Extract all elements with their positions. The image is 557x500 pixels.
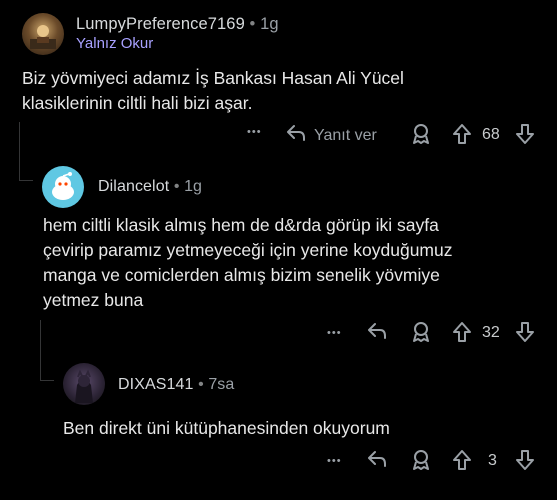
reply-label: Yanıt ver (314, 126, 377, 144)
thread-connector-level-2 (40, 380, 54, 381)
reply-icon (286, 124, 306, 147)
reply-icon (367, 322, 387, 340)
username[interactable]: DIXAS141 (118, 376, 194, 393)
reply-button[interactable] (367, 450, 387, 468)
timestamp: 1g (184, 178, 203, 195)
thread-line-level-2 (40, 320, 41, 380)
separator-dot: • (173, 178, 180, 195)
upvote-icon (451, 321, 473, 343)
upvote-icon (451, 449, 473, 471)
downvote-icon (514, 321, 536, 343)
upvote-button[interactable] (451, 123, 473, 145)
username[interactable]: Dilancelot (98, 178, 169, 195)
comment-text: Ben direkt üni kütüphanesinden okuyorum (63, 418, 390, 438)
reply-button[interactable] (367, 322, 387, 340)
vote-count: 68 (482, 126, 500, 143)
avatar[interactable] (22, 13, 64, 55)
user-flair: Yalnız Okur (76, 35, 154, 52)
award-button[interactable] (410, 449, 432, 471)
avatar[interactable] (42, 166, 84, 208)
comment-text: Biz yövmiyeci adamız İş Bankası Hasan Al… (22, 68, 404, 113)
comment-header: DIXAS141 • 7sa (118, 376, 234, 394)
upvote-button[interactable] (451, 321, 473, 343)
thread-connector-level-1 (19, 180, 33, 181)
more-icon: ••• (327, 327, 342, 339)
award-icon (410, 321, 432, 343)
timestamp: 1g (260, 15, 279, 33)
separator-dot: • (249, 15, 256, 33)
downvote-button[interactable] (514, 321, 536, 343)
comment-header: Dilancelot • 1g (98, 178, 202, 196)
username[interactable]: LumpyPreference7169 (76, 15, 245, 33)
more-options-button[interactable]: ••• (327, 327, 342, 339)
more-options-button[interactable]: ••• (327, 455, 342, 467)
comment-header: LumpyPreference7169 • 1g (76, 15, 279, 34)
vote-count: 3 (488, 452, 497, 469)
upvote-icon (451, 123, 473, 145)
downvote-icon (514, 123, 536, 145)
award-icon (410, 123, 432, 145)
timestamp: 7sa (208, 376, 235, 393)
vote-count: 32 (482, 324, 500, 341)
award-button[interactable] (410, 123, 432, 145)
more-icon: ••• (327, 455, 342, 467)
thread-line-level-1 (19, 122, 20, 180)
avatar[interactable] (63, 363, 105, 405)
award-icon (410, 449, 432, 471)
separator-dot: • (198, 376, 204, 393)
reply-icon (367, 450, 387, 468)
comment-text: hem ciltli klasik almış hem de d&rda gör… (43, 215, 453, 310)
upvote-button[interactable] (451, 449, 473, 471)
reply-button[interactable]: Yanıt ver (286, 124, 377, 147)
more-options-button[interactable]: ••• (247, 126, 262, 138)
downvote-button[interactable] (514, 449, 536, 471)
downvote-icon (514, 449, 536, 471)
downvote-button[interactable] (514, 123, 536, 145)
award-button[interactable] (410, 321, 432, 343)
more-icon: ••• (247, 126, 262, 138)
